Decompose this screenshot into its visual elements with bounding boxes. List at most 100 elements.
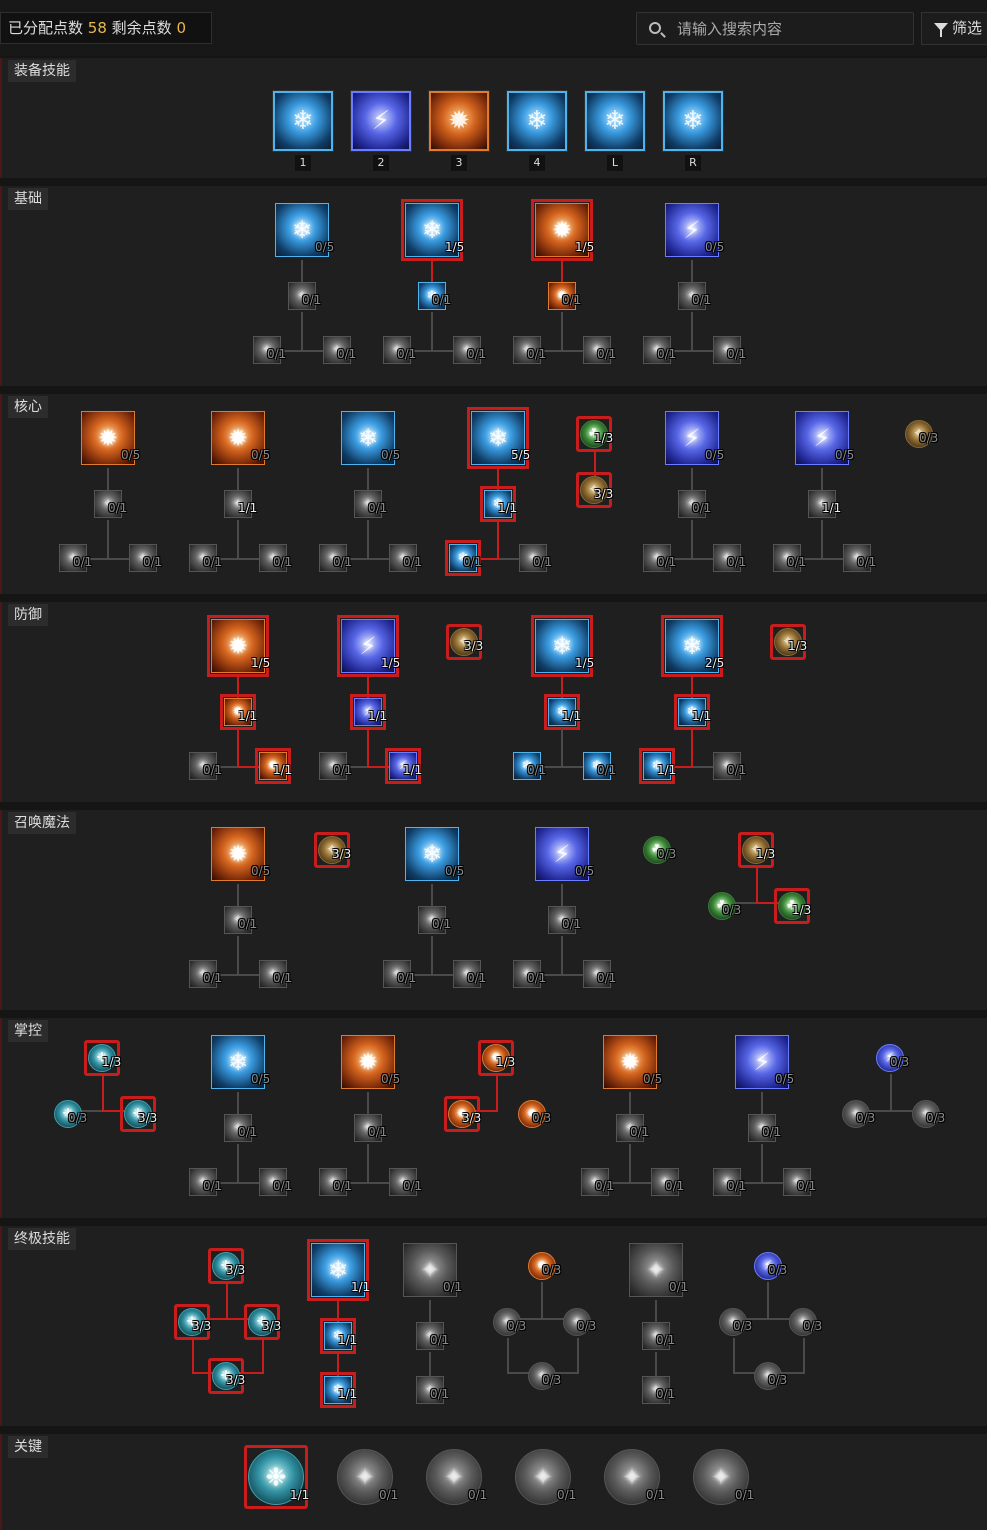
skill-glyph-icon: ✹ <box>227 632 249 660</box>
rank-label: 0/1 <box>238 917 258 931</box>
connector-line <box>691 728 693 768</box>
connector-line <box>367 1144 369 1184</box>
rank-label: 0/1 <box>273 1179 293 1193</box>
connector-line <box>629 1092 631 1114</box>
skill-glyph-icon: ✹ <box>227 424 249 452</box>
rank-label: 5/5 <box>511 448 531 462</box>
rank-label: 0/3 <box>768 1263 788 1277</box>
connector-line <box>497 468 499 490</box>
equipped-slot-3[interactable]: ✹ <box>429 91 489 151</box>
rank-label: 0/5 <box>835 448 855 462</box>
connector-line <box>497 520 499 560</box>
rank-label: 0/1 <box>657 555 677 569</box>
rank-label: 0/1 <box>397 971 417 985</box>
filter-button[interactable]: 筛选 <box>921 12 987 45</box>
rank-label: 0/1 <box>379 1488 399 1502</box>
rank-label: 0/5 <box>381 448 401 462</box>
rank-label: 0/1 <box>468 1488 488 1502</box>
skill-glyph-icon: ✹ <box>619 1048 641 1076</box>
section-4: 召唤魔法 <box>0 810 987 1010</box>
connector-line <box>337 1300 339 1322</box>
rank-label: 0/1 <box>203 555 223 569</box>
points-remaining-label: 剩余点数 <box>111 19 172 37</box>
rank-label: 3/3 <box>594 487 614 501</box>
rank-label: 0/1 <box>656 1333 676 1347</box>
rank-label: 0/1 <box>657 347 677 361</box>
equipped-slot-4[interactable]: ❄ <box>507 91 567 151</box>
search-input[interactable] <box>677 19 897 39</box>
section-1: 基础 <box>0 186 987 386</box>
rank-label: 0/1 <box>669 1280 689 1294</box>
rank-label: 1/5 <box>445 240 465 254</box>
ice-armor-icon: ⚡ <box>371 106 391 136</box>
equipped-key-label: 3 <box>451 155 467 171</box>
rank-label: 1/1 <box>273 763 293 777</box>
rank-label: 0/1 <box>443 1280 463 1294</box>
rank-label: 0/1 <box>533 555 553 569</box>
connector-line <box>507 1338 509 1374</box>
rank-label: 0/1 <box>527 971 547 985</box>
rank-label: 0/1 <box>597 347 617 361</box>
skill-glyph-icon: ❄ <box>357 424 379 452</box>
connector-line <box>761 1092 763 1114</box>
rank-label: 0/1 <box>73 555 93 569</box>
key-passive-glyph-icon: ✦ <box>621 1462 643 1492</box>
rank-label: 0/5 <box>775 1072 795 1086</box>
rank-label: 0/1 <box>430 1387 450 1401</box>
search-box[interactable] <box>636 12 914 45</box>
rank-label: 0/1 <box>143 555 163 569</box>
equipped-key-label: R <box>685 155 701 171</box>
connector-line <box>561 260 563 282</box>
connector-line <box>561 884 563 906</box>
rank-label: 0/1 <box>727 347 747 361</box>
connector-line <box>561 728 563 768</box>
connector-line <box>561 312 563 352</box>
ice-shards-icon: ❄ <box>682 106 704 136</box>
skill-glyph-icon: ✹ <box>227 840 249 868</box>
skill-glyph-icon: ❄ <box>421 216 443 244</box>
rank-label: 0/1 <box>735 1488 755 1502</box>
equipped-slot-1[interactable]: ❄ <box>273 91 333 151</box>
rank-label: 0/5 <box>251 1072 271 1086</box>
skill-glyph-icon: ❄ <box>291 216 313 244</box>
rank-label: 0/1 <box>333 555 353 569</box>
equipped-slot-L[interactable]: ❄ <box>585 91 645 151</box>
connector-line <box>756 866 758 904</box>
rank-label: 0/5 <box>251 864 271 878</box>
equipped-slot-2[interactable]: ⚡ <box>351 91 411 151</box>
deep-freeze-icon: ❄ <box>604 106 626 136</box>
rank-label: 1/5 <box>381 656 401 670</box>
rank-label: 0/1 <box>203 763 223 777</box>
rank-label: 0/1 <box>467 347 487 361</box>
rank-label: 0/5 <box>705 240 725 254</box>
points-summary: 已分配点数 58 剩余点数 0 <box>0 12 212 44</box>
rank-label: 0/1 <box>562 293 582 307</box>
connector-line <box>237 468 239 490</box>
rank-label: 0/5 <box>705 448 725 462</box>
section-label: 防御 <box>8 604 48 626</box>
connector-line <box>541 1282 543 1320</box>
rank-label: 0/1 <box>333 1179 353 1193</box>
rank-label: 0/1 <box>646 1488 666 1502</box>
rank-label: 0/3 <box>657 847 677 861</box>
rank-label: 3/3 <box>332 847 352 861</box>
equipped-slot-R[interactable]: ❄ <box>663 91 723 151</box>
rank-label: 0/3 <box>532 1111 552 1125</box>
rank-label: 0/5 <box>315 240 335 254</box>
rank-label: 0/1 <box>692 293 712 307</box>
connector-line <box>301 312 303 352</box>
key-passive-glyph-icon: ✦ <box>443 1462 465 1492</box>
rank-label: 0/1 <box>727 763 747 777</box>
rank-label: 0/1 <box>595 1179 615 1193</box>
rank-label: 0/1 <box>665 1179 685 1193</box>
ice-shield-icon: ❄ <box>526 106 548 136</box>
connector-line <box>367 520 369 560</box>
connector-line <box>237 728 239 768</box>
rank-label: 0/1 <box>727 1179 747 1193</box>
connector-line <box>496 1074 498 1112</box>
key-passive-glyph-icon: ❉ <box>265 1462 287 1492</box>
connector-line <box>367 1092 369 1114</box>
section-label: 装备技能 <box>8 60 76 82</box>
rank-label: 0/1 <box>403 1179 423 1193</box>
rank-label: 3/3 <box>464 639 484 653</box>
